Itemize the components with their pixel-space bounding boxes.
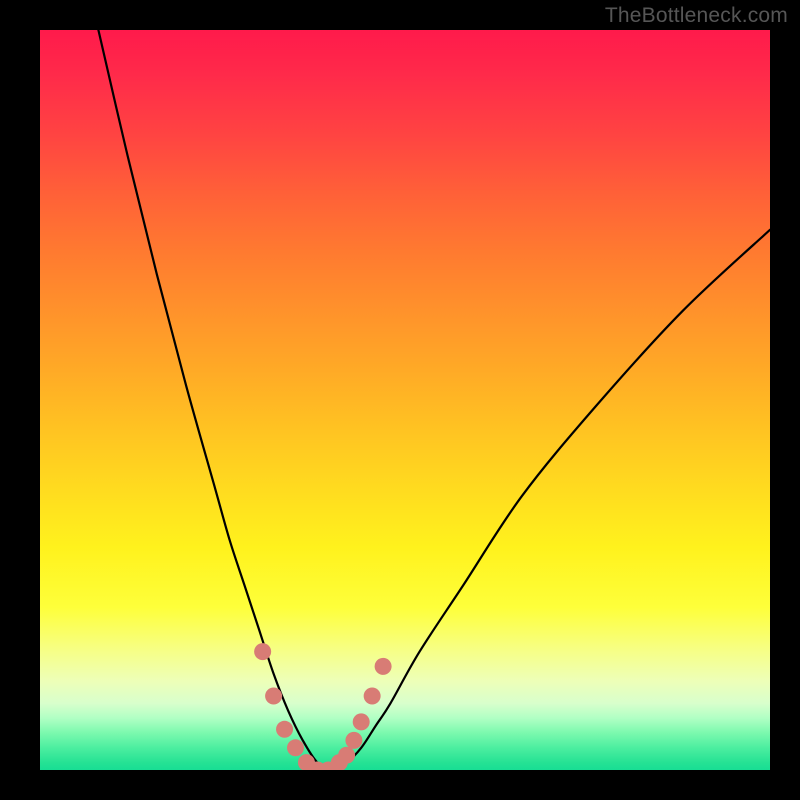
highlight-dot [364,688,381,705]
highlight-dot [353,713,370,730]
highlight-dot [345,732,362,749]
highlight-dot [338,747,355,764]
plot-area [40,30,770,770]
highlight-dot [265,688,282,705]
highlight-dot [287,739,304,756]
highlight-dot [375,658,392,675]
highlight-dots [254,643,391,770]
highlight-dot [276,721,293,738]
curve-layer [40,30,770,770]
bottleneck-curve [98,30,770,770]
chart-frame: TheBottleneck.com [0,0,800,800]
highlight-dot [254,643,271,660]
watermark-text: TheBottleneck.com [605,4,788,28]
